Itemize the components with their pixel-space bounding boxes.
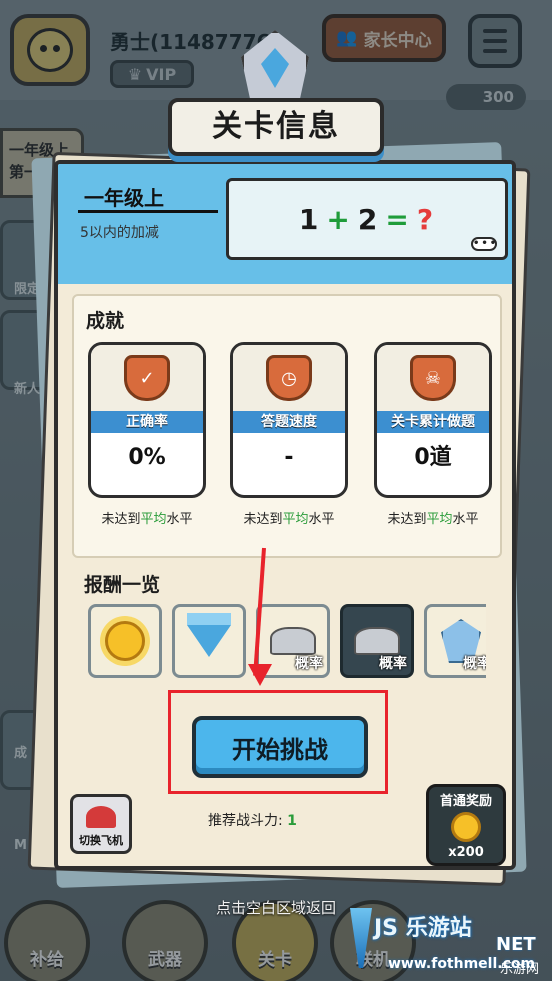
achievement-note: 未达到平均水平 — [77, 508, 217, 527]
reward-item[interactable]: 概率 — [340, 604, 414, 678]
more-icon[interactable]: ••• — [471, 237, 497, 251]
sun-coin-icon — [451, 812, 481, 842]
plane-icon — [270, 627, 316, 655]
equation-operand-b: 2 — [357, 202, 380, 236]
note-suffix: 水平 — [452, 512, 479, 527]
note-average: 平均 — [140, 512, 167, 527]
achievement-banner: 答题速度 — [233, 411, 345, 433]
achievements-title: 成就 — [86, 310, 125, 332]
note-suffix: 水平 — [166, 512, 193, 527]
note-prefix: 未达到 — [387, 512, 427, 527]
first-reward-label: 首通奖励 — [439, 794, 492, 809]
achievement-card-total[interactable]: ☠ 关卡累计做题 0道 — [374, 342, 492, 498]
note-prefix: 未达到 — [243, 512, 283, 527]
achievement-card-speed[interactable]: ◷ 答题速度 - — [230, 342, 348, 498]
recommended-power: 推荐战斗力: 1 — [208, 810, 297, 830]
achievement-banner: 关卡累计做题 — [377, 411, 489, 433]
note-average: 平均 — [426, 512, 453, 527]
trophy-skull-icon: ☠ — [410, 355, 456, 401]
dialog-title-banner: 关卡信息 — [168, 98, 384, 156]
recommended-power-value: 1 — [287, 813, 297, 829]
reward-tag: 概率 — [379, 656, 407, 672]
achievement-card-accuracy[interactable]: ✓ 正确率 0% — [88, 342, 206, 498]
reward-tag: 概率 — [295, 656, 323, 672]
equation-unknown: ? — [416, 202, 436, 236]
note-average: 平均 — [282, 512, 309, 527]
divider — [78, 210, 218, 213]
watermark: JS 乐游站 NET www.fothmell.com 乐游网 — [340, 900, 552, 981]
rewards-title: 报酬一览 — [84, 574, 161, 596]
note-suffix: 水平 — [308, 512, 335, 527]
trophy-clock-icon: ◷ — [266, 355, 312, 401]
achievement-value: - — [284, 445, 294, 470]
dialog-title: 关卡信息 — [212, 109, 340, 144]
diamond-icon — [187, 613, 231, 657]
equation-equals: = — [385, 202, 411, 236]
achievement-note: 未达到平均水平 — [219, 508, 359, 527]
sun-coin-icon — [105, 621, 145, 661]
note-prefix: 未达到 — [101, 512, 141, 527]
plane-icon — [86, 806, 116, 828]
switch-plane-button[interactable]: 切换飞机 — [70, 794, 132, 854]
watermark-site: 乐游网 — [500, 962, 540, 977]
reward-item[interactable]: 概率 — [424, 604, 486, 678]
achievement-value: 0% — [128, 445, 166, 470]
equation-operator: + — [326, 202, 352, 236]
plane-icon — [354, 627, 400, 655]
rewards-list[interactable]: 概率 概率 概率 — [86, 602, 486, 682]
achievement-note: 未达到平均水平 — [363, 508, 503, 527]
level-grade: 一年级上 — [84, 186, 164, 210]
annotation-highlight-box — [168, 690, 388, 794]
achievement-art: ◷ — [233, 345, 345, 411]
reward-tag: 概率 — [463, 656, 486, 672]
reward-item[interactable] — [88, 604, 162, 678]
achievement-banner: 正确率 — [91, 411, 203, 433]
equation-operand-a: 1 — [298, 202, 321, 236]
achievement-value: 0道 — [414, 445, 452, 470]
equation-preview[interactable]: 1 + 2 = ? ••• — [226, 178, 508, 260]
recommended-power-label: 推荐战斗力: — [208, 813, 283, 829]
achievement-art: ✓ — [91, 345, 203, 411]
trophy-check-icon: ✓ — [124, 355, 170, 401]
watermark-net: NET — [496, 934, 536, 955]
achievements-panel: 成就 ✓ 正确率 0% 未达到平均水平 ◷ 答题速度 - 未达到平均水平 ☠ 关… — [72, 294, 502, 558]
first-reward-count: x200 — [448, 845, 484, 860]
achievement-art: ☠ — [377, 345, 489, 411]
level-subtitle: 5以内的加减 — [80, 225, 159, 241]
watermark-sub: JS 乐游站 — [374, 916, 472, 941]
switch-plane-label: 切换飞机 — [79, 834, 123, 847]
watermark-logo-icon — [350, 908, 372, 968]
annotation-arrow-head — [248, 664, 272, 686]
reward-item[interactable] — [172, 604, 246, 678]
first-clear-reward[interactable]: 首通奖励 x200 — [426, 784, 506, 866]
